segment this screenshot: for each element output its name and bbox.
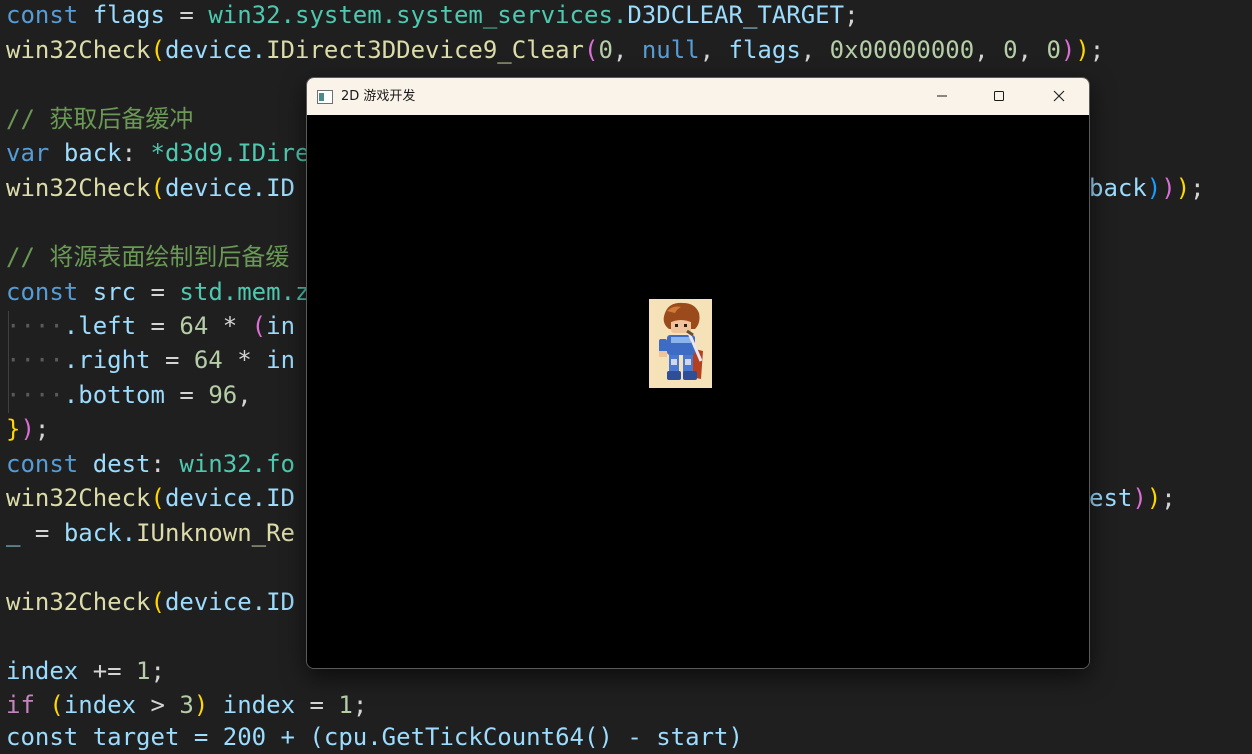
code-line-19: if (index > 3) index = 1; [6,691,368,719]
app-icon [317,89,333,104]
code-line-13: win32Check(device.ID [6,484,295,512]
code-line-5-tail: back))); [1089,174,1205,202]
close-button[interactable] [1036,78,1082,115]
code-line-16: win32Check(device.ID [6,588,295,616]
code-comment-line-2: // 将源表面绘制到后备缓 [6,243,290,271]
minimize-button[interactable] [919,78,965,115]
close-icon [1053,87,1065,106]
game-canvas[interactable] [307,115,1089,668]
code-line-18: index += 1; [6,657,165,685]
character-sprite [649,299,712,388]
code-line-11: }); [6,415,50,443]
code-line-13-tail: est)); [1089,484,1176,512]
code-line-7: const src = std.mem.z [6,278,310,306]
code-line-8: ····.left = 64 * (in [6,312,296,340]
game-window[interactable]: 2D 游戏开发 [306,77,1090,669]
code-line-10: ····.bottom = 96, [6,381,252,409]
code-line-2: win32Check(device.IDirect3DDevice9_Clear… [6,36,1105,64]
code-line-5: win32Check(device.ID [6,174,295,202]
maximize-button[interactable] [976,78,1022,115]
code-line-20-partial: const target = 200 + (cpu.GetTickCount64… [6,723,743,751]
maximize-icon [993,87,1005,106]
window-title: 2D 游戏开发 [341,89,416,104]
code-line-4: var back: *d3d9.IDire [6,139,310,167]
code-line-14: _ = back.IUnknown_Re [6,519,296,547]
code-comment-line: // 获取后备缓冲 [6,105,194,133]
code-line-9: ····.right = 64 * in [6,346,296,374]
minimize-icon [936,87,948,106]
code-line-12: const dest: win32.fo [6,450,295,478]
code-line-1: const flags = win32.system.system_servic… [6,1,859,29]
window-titlebar[interactable]: 2D 游戏开发 [307,78,1089,115]
